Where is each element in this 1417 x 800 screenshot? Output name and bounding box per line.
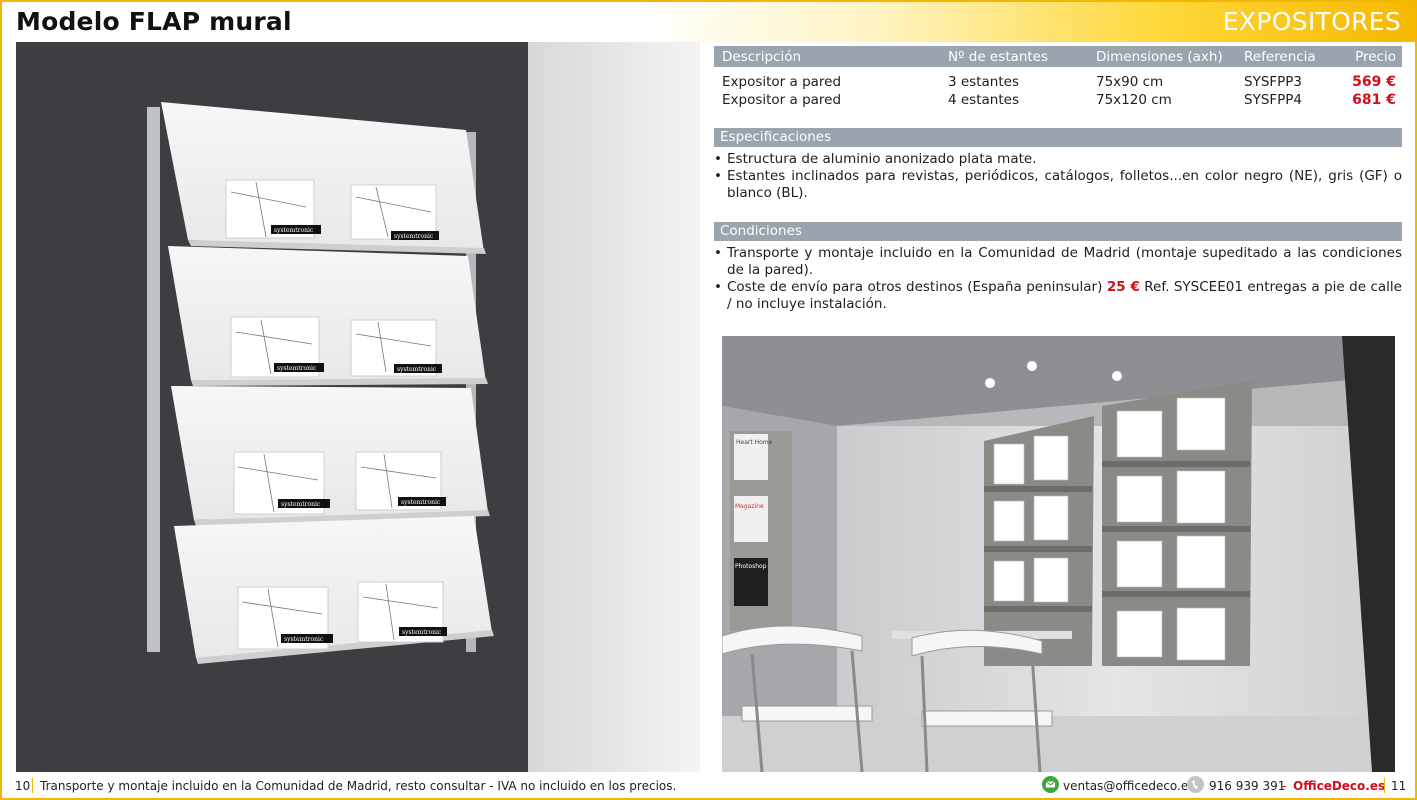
- cell-dimensiones: 75x120 cm: [1096, 91, 1172, 108]
- cell-descripcion: Expositor a pared: [722, 73, 842, 90]
- header-dimensiones: Dimensiones (axh): [1088, 46, 1236, 67]
- list-item: Transporte y montaje incluido en la Comu…: [714, 245, 1402, 279]
- table-header-row: Descripción Nº de estantes Dimensiones (…: [714, 46, 1402, 67]
- info-column: Descripción Nº de estantes Dimensiones (…: [714, 46, 1402, 313]
- footer-divider: [1384, 778, 1385, 793]
- brand-label: systemtronic: [402, 629, 442, 636]
- specs-list: Estructura de aluminio anonizado plata m…: [714, 151, 1402, 202]
- conditions-heading: Condiciones: [714, 222, 1402, 241]
- page-title: Modelo FLAP mural: [16, 7, 292, 36]
- footer-brand[interactable]: OfficeDeco.es: [1293, 779, 1385, 793]
- cell-estantes: 3 estantes: [948, 73, 1019, 90]
- magazine-title: Heart Home: [736, 439, 773, 446]
- brand-label: systemtronic: [401, 499, 441, 506]
- cell-referencia: SYSFPP4: [1244, 91, 1303, 108]
- brand-label: systemtronic: [281, 501, 321, 508]
- page-header: Modelo FLAP mural EXPOSITORES: [2, 2, 1415, 42]
- brand-label: systemtronic: [274, 227, 314, 234]
- header-referencia: Referencia: [1236, 46, 1344, 67]
- mail-icon: [1042, 776, 1059, 793]
- cell-descripcion: Expositor a pared: [722, 91, 842, 108]
- section-title: EXPOSITORES: [1222, 7, 1401, 36]
- price-table: Descripción Nº de estantes Dimensiones (…: [714, 46, 1402, 108]
- brand-label: systemtronic: [284, 636, 324, 643]
- showroom-photo: Heart Home Magazine Photoshop: [722, 336, 1395, 772]
- specs-heading: Especificaciones: [714, 128, 1402, 147]
- brand-label: systemtronic: [394, 233, 434, 240]
- footer-dash: -: [1282, 779, 1287, 793]
- brand-label: systemtronic: [397, 366, 437, 373]
- magazine-title: Magazine: [735, 503, 764, 510]
- cell-precio: 569 €: [1352, 73, 1396, 90]
- conditions-list: Transporte y montaje incluido en la Comu…: [714, 245, 1402, 313]
- footer-divider: [32, 778, 33, 793]
- footer-email[interactable]: ventas@officedeco.es: [1063, 779, 1195, 793]
- list-item: Estantes inclinados para revistas, perió…: [714, 168, 1402, 202]
- page-number-left: 10: [15, 779, 31, 793]
- magazine-title: Photoshop: [735, 563, 767, 570]
- footer-note: Transporte y montaje incluido en la Comu…: [40, 779, 677, 793]
- cell-estantes: 4 estantes: [948, 91, 1019, 108]
- table-row: Expositor a pared 3 estantes 75x90 cm SY…: [714, 67, 1402, 90]
- page-number-right: 11: [1391, 779, 1407, 793]
- table-row: Expositor a pared 4 estantes 75x120 cm S…: [714, 90, 1402, 108]
- list-item: Estructura de aluminio anonizado plata m…: [714, 151, 1402, 168]
- page-footer: 10 Transporte y montaje incluido en la C…: [0, 772, 1417, 798]
- brand-label: systemtronic: [277, 365, 317, 372]
- cell-precio: 681 €: [1352, 91, 1396, 108]
- list-item: Coste de envío para otros destinos (Espa…: [714, 279, 1402, 313]
- header-precio: Precio: [1344, 46, 1402, 67]
- list-item-text: Coste de envío para otros destinos (Espa…: [727, 279, 1107, 295]
- product-photo: systemtronic systemtronic systemtronic s…: [16, 42, 700, 772]
- cell-referencia: SYSFPP3: [1244, 73, 1303, 90]
- phone-icon: [1187, 776, 1204, 793]
- header-descripcion: Descripción: [714, 46, 940, 67]
- footer-phone[interactable]: 916 939 391: [1209, 779, 1285, 793]
- header-estantes: Nº de estantes: [940, 46, 1088, 67]
- cell-dimensiones: 75x90 cm: [1096, 73, 1164, 90]
- shipping-price: 25 €: [1106, 279, 1140, 295]
